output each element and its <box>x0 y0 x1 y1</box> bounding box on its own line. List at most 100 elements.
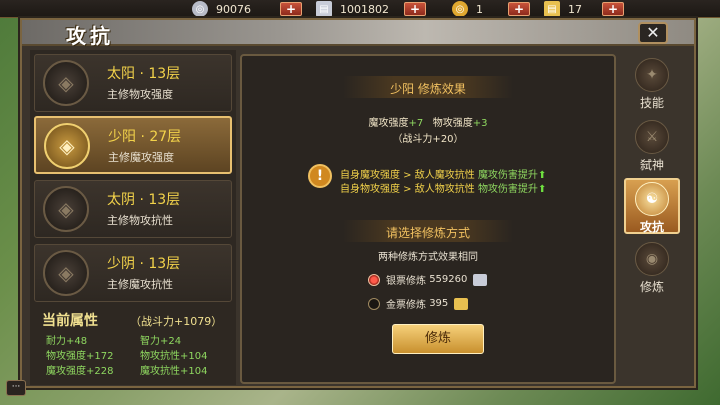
silver-ticket-icon <box>473 273 488 286</box>
window-titlebar: 攻抗 ✕ <box>22 20 694 48</box>
effect-panel: 少阳 修炼效果 魔攻强度+7 物攻强度+3 （战斗力+20） ! 自身魔攻强度 … <box>240 54 616 384</box>
gold-ticket-option[interactable]: 金票修炼 395 <box>368 296 469 311</box>
tab-cultivation[interactable]: ◉ 修炼 <box>624 240 680 296</box>
add-silver-coin-button[interactable]: + <box>280 2 302 16</box>
stat-item: 魔攻抗性+104 <box>140 362 207 377</box>
chat-button[interactable]: ··· <box>6 380 26 396</box>
bonus-value: +7 <box>408 118 424 129</box>
godslayer-icon: ⚔ <box>635 120 669 154</box>
stat-item: 物攻抗性+104 <box>140 347 207 362</box>
window-title: 攻抗 <box>66 24 114 48</box>
stat-item: 物攻强度+172 <box>46 347 113 362</box>
option-cost: 395 <box>429 298 449 309</box>
card-desc: 主修魔攻强度 <box>108 151 174 164</box>
taiyin-emblem-icon: ◈ <box>43 186 89 232</box>
current-power: （战斗力+1079） <box>130 315 223 328</box>
stat-value: +24 <box>160 336 182 347</box>
card-desc: 主修物攻强度 <box>107 88 173 101</box>
silver-coin-resource: ◎ 90076 + <box>192 1 302 17</box>
current-attributes-title: 当前属性 <box>42 313 98 329</box>
tab-godslayer[interactable]: ⚔ 弑神 <box>624 118 680 174</box>
stat-value: +104 <box>180 351 208 362</box>
bonus-label: 魔攻强度 <box>368 118 409 129</box>
card-name: 少阴 · 13层 <box>107 256 181 272</box>
bonus-label: 物攻强度 <box>432 118 473 129</box>
card-desc: 主修物攻抗性 <box>107 214 173 227</box>
option-cost: 559260 <box>429 274 468 285</box>
radio-unselected[interactable] <box>368 297 380 310</box>
silver-ticket-option[interactable]: 银票修炼 559260 <box>368 272 488 287</box>
gold-coin-icon: ◎ <box>452 1 468 17</box>
card-name: 太阳 · 13层 <box>107 66 181 82</box>
taiyang-emblem-icon: ◈ <box>43 60 89 106</box>
condition-line: 自身魔攻强度 > 敌人魔攻抗性 魔攻伤害提升⬆ <box>340 166 546 181</box>
silver-ticket-icon: ▤ <box>316 1 332 17</box>
card-desc: 主修魔攻抗性 <box>107 278 173 291</box>
stat-label: 魔攻强度 <box>46 366 86 377</box>
chat-icon: ··· <box>11 382 21 392</box>
cultivation-icon: ◉ <box>635 242 669 276</box>
add-silver-ticket-button[interactable]: + <box>404 2 426 16</box>
gold-coin-resource: ◎ 1 + <box>452 1 530 17</box>
condition-result: 物攻伤害提升 <box>477 184 538 195</box>
card-name: 太阴 · 13层 <box>107 192 181 208</box>
stat-value: +104 <box>180 366 208 377</box>
cultivate-button[interactable]: 修炼 <box>392 324 484 354</box>
add-gold-coin-button[interactable]: + <box>508 2 530 16</box>
stat-label: 耐力 <box>46 336 66 347</box>
gold-ticket-resource: ▤ 17 + <box>544 1 624 17</box>
stat-value: +228 <box>86 366 114 377</box>
tab-label: 攻抗 <box>639 220 664 234</box>
add-gold-ticket-button[interactable]: + <box>602 2 624 16</box>
option-label: 金票修炼 <box>386 300 426 311</box>
tab-attack-resist[interactable]: ☯ 攻抗 <box>624 178 680 234</box>
condition-line: 自身物攻强度 > 敌人物攻抗性 物攻伤害提升⬆ <box>340 180 546 195</box>
silver-coin-value: 90076 <box>216 2 251 16</box>
stat-label: 智力 <box>140 336 160 347</box>
stat-label: 物攻强度 <box>46 351 86 362</box>
gold-ticket-icon: ▤ <box>544 1 560 17</box>
radio-selected[interactable] <box>368 273 380 286</box>
method-note: 两种修炼方式效果相同 <box>378 252 478 263</box>
gold-coin-value: 1 <box>476 2 483 16</box>
cultivation-card-taiyang[interactable]: ◈ 太阳 · 13层 主修物攻强度 <box>34 54 232 112</box>
attack-resist-icon: ☯ <box>635 182 669 216</box>
cultivation-card-taiyin[interactable]: ◈ 太阴 · 13层 主修物攻抗性 <box>34 180 232 238</box>
stat-item: 智力+24 <box>140 332 181 347</box>
stat-value: +48 <box>66 336 88 347</box>
cultivation-card-shaoyin[interactable]: ◈ 少阴 · 13层 主修魔攻抗性 <box>34 244 232 302</box>
method-title: 请选择修炼方式 <box>385 226 470 240</box>
close-button[interactable]: ✕ <box>638 22 668 44</box>
tab-label: 技能 <box>639 96 664 110</box>
cultivation-window: 攻抗 ✕ ◈ 太阳 · 13层 主修物攻强度 ◈ 少阳 · 27层 主修魔攻强度… <box>20 18 696 388</box>
shaoyin-emblem-icon: ◈ <box>43 250 89 296</box>
stat-item: 耐力+48 <box>46 332 87 347</box>
gold-ticket-icon <box>454 297 469 310</box>
stat-label: 物攻抗性 <box>140 351 180 362</box>
skill-icon: ✦ <box>635 58 669 92</box>
resource-bar: ◎ 90076 + ▤ 1001802 + ◎ 1 + ▤ 17 + <box>0 0 720 18</box>
option-label: 银票修炼 <box>386 276 426 287</box>
tab-skills[interactable]: ✦ 技能 <box>624 56 680 112</box>
card-name: 少阳 · 27层 <box>108 129 182 145</box>
stat-value: +172 <box>86 351 114 362</box>
cultivation-card-shaoyang[interactable]: ◈ 少阳 · 27层 主修魔攻强度 <box>34 116 232 174</box>
effect-title: 少阳 修炼效果 <box>390 82 466 96</box>
cultivation-list: ◈ 太阳 · 13层 主修物攻强度 ◈ 少阳 · 27层 主修魔攻强度 ◈ 太阴… <box>30 50 236 385</box>
shaoyang-emblem-icon: ◈ <box>44 123 90 169</box>
up-arrow-icon: ⬆ <box>537 184 547 195</box>
stat-item: 魔攻强度+228 <box>46 362 113 377</box>
exclamation-icon: ! <box>308 164 332 188</box>
condition-text: 自身物攻强度 > 敌人物攻抗性 <box>340 184 475 195</box>
close-icon: ✕ <box>646 23 660 42</box>
silver-ticket-value: 1001802 <box>340 2 389 16</box>
silver-ticket-resource: ▤ 1001802 + <box>316 1 426 17</box>
stat-label: 魔攻抗性 <box>140 366 180 377</box>
gold-ticket-value: 17 <box>568 2 582 16</box>
silver-coin-icon: ◎ <box>192 1 208 17</box>
effect-bonus-line: 魔攻强度+7 物攻强度+3 <box>242 114 614 129</box>
tab-label: 修炼 <box>639 280 664 294</box>
tab-label: 弑神 <box>639 158 664 172</box>
effect-power: （战斗力+20） <box>392 134 464 145</box>
bonus-value: +3 <box>472 118 488 129</box>
